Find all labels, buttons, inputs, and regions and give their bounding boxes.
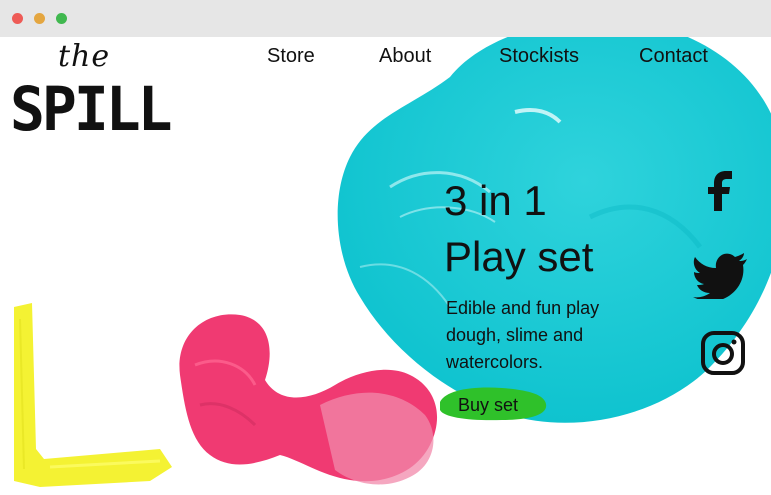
pink-paint-blob	[179, 314, 438, 485]
hero-headline: 3 in 1 Play set	[444, 173, 684, 285]
nav-item-store[interactable]: Store	[267, 45, 315, 68]
minimize-window-button[interactable]	[34, 13, 45, 24]
maximize-window-button[interactable]	[56, 13, 67, 24]
buy-set-button[interactable]: Buy set	[446, 391, 554, 419]
logo-big-text: SPILL	[10, 73, 173, 145]
landing-page: the SPILL Store About Stockists Contact …	[0, 37, 771, 495]
hero-headline-line1: 3 in 1	[444, 177, 547, 224]
close-window-button[interactable]	[12, 13, 23, 24]
yellow-paint-stroke	[14, 303, 172, 487]
nav-item-contact[interactable]: Contact	[639, 45, 708, 68]
instagram-icon[interactable]	[700, 330, 746, 376]
main-nav: Store About Stockists Contact	[0, 45, 771, 75]
nav-item-about[interactable]: About	[379, 45, 431, 68]
facebook-icon[interactable]	[702, 167, 742, 213]
browser-titlebar	[0, 0, 771, 37]
nav-item-stockists[interactable]: Stockists	[499, 45, 579, 68]
twitter-icon[interactable]	[693, 251, 749, 299]
hero-description: Edible and fun play dough, slime and wat…	[446, 298, 600, 372]
hero-headline-line2: Play set	[444, 233, 594, 280]
